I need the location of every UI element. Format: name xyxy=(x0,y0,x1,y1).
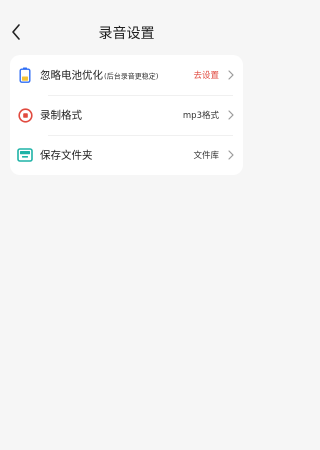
battery-icon xyxy=(17,67,33,83)
setting-label: 忽略电池优化(后台录音更稳定) xyxy=(40,68,158,83)
chevron-right-icon xyxy=(227,69,235,81)
setting-value: 文件库 xyxy=(193,151,219,161)
setting-value: 去设置 xyxy=(193,71,219,81)
record-icon xyxy=(17,107,33,123)
settings-card: 忽略电池优化(后台录音更稳定) 去设置 录制格式 mp3格式 保存文件夹 文件库 xyxy=(10,55,243,175)
setting-row-save-folder[interactable]: 保存文件夹 文件库 xyxy=(10,135,243,175)
setting-value: mp3格式 xyxy=(182,111,219,121)
setting-label: 录制格式 xyxy=(40,109,82,122)
folder-icon xyxy=(17,147,33,163)
top-bar: 录音设置 xyxy=(0,0,253,60)
chevron-right-icon xyxy=(227,109,235,121)
page-title: 录音设置 xyxy=(98,26,155,42)
setting-sub-label: (后台录音更稳定) xyxy=(104,72,159,81)
setting-row-record-format[interactable]: 录制格式 mp3格式 xyxy=(10,95,243,135)
setting-label: 保存文件夹 xyxy=(40,149,93,162)
setting-label-text: 忽略电池优化 xyxy=(40,69,103,82)
setting-row-battery-optimization[interactable]: 忽略电池优化(后台录音更稳定) 去设置 xyxy=(10,55,243,95)
chevron-right-icon xyxy=(227,149,235,161)
